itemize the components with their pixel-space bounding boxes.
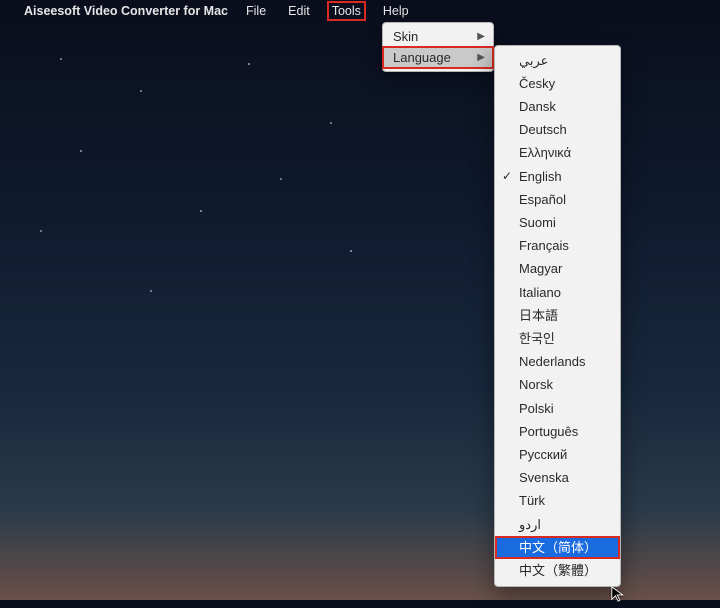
tools-menu-item-label: Skin [393, 29, 418, 44]
language-submenu: عربيČeskyDanskDeutschΕλληνικάEnglishEspa… [494, 45, 621, 587]
tools-menu-item-skin[interactable]: Skin ▶ [383, 26, 493, 47]
language-item[interactable]: Türk [495, 490, 620, 513]
menu-file[interactable]: File [242, 2, 270, 20]
language-item[interactable]: Português [495, 420, 620, 443]
language-item[interactable]: 日本語 [495, 304, 620, 327]
language-item[interactable]: Deutsch [495, 119, 620, 142]
language-item[interactable]: English [495, 165, 620, 188]
language-item[interactable]: Dansk [495, 95, 620, 118]
language-item[interactable]: Ελληνικά [495, 142, 620, 165]
chevron-right-icon: ▶ [477, 52, 485, 63]
menu-tools[interactable]: Tools [328, 2, 365, 20]
cursor-icon [610, 585, 628, 608]
language-item[interactable]: Magyar [495, 258, 620, 281]
tools-dropdown: Skin ▶ Language ▶ [382, 22, 494, 72]
language-item[interactable]: 中文（简体） [495, 536, 620, 559]
language-item[interactable]: Česky [495, 72, 620, 95]
language-item[interactable]: Français [495, 235, 620, 258]
language-item[interactable]: Polski [495, 397, 620, 420]
language-item[interactable]: Nederlands [495, 351, 620, 374]
menu-edit[interactable]: Edit [284, 2, 314, 20]
language-item[interactable]: Suomi [495, 211, 620, 234]
tools-menu-item-label: Language [393, 50, 451, 65]
tools-menu-item-language[interactable]: Language ▶ [383, 47, 493, 68]
language-item[interactable]: Español [495, 188, 620, 211]
language-item[interactable]: Svenska [495, 467, 620, 490]
language-item[interactable]: عربي [495, 49, 620, 72]
chevron-right-icon: ▶ [477, 31, 485, 42]
app-name[interactable]: Aiseesoft Video Converter for Mac [24, 4, 228, 18]
language-item[interactable]: Русский [495, 443, 620, 466]
language-item[interactable]: Italiano [495, 281, 620, 304]
language-item[interactable]: Norsk [495, 374, 620, 397]
language-item[interactable]: اردو [495, 513, 620, 536]
language-item[interactable]: 한국인 [495, 327, 620, 350]
menu-help[interactable]: Help [379, 2, 413, 20]
language-item[interactable]: 中文（繁體） [495, 559, 620, 582]
menubar: Aiseesoft Video Converter for Mac File E… [0, 0, 720, 22]
